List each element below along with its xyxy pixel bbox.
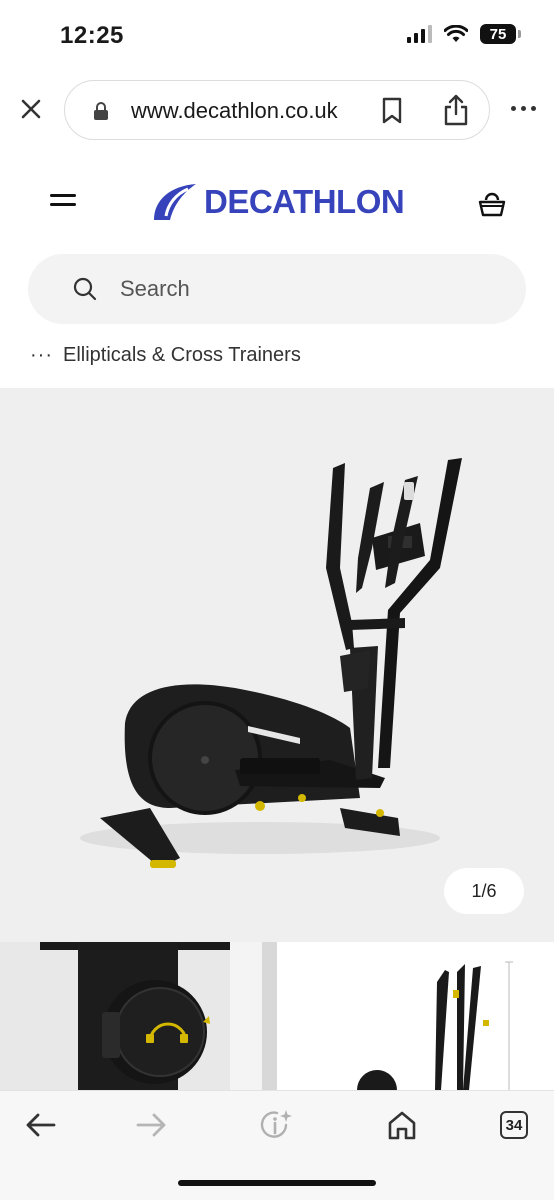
menu-icon[interactable] — [50, 194, 76, 212]
brand-name: DECATHLON — [204, 183, 405, 220]
status-time: 12:25 — [60, 22, 124, 49]
info-button[interactable] — [257, 1105, 297, 1145]
home-button[interactable] — [382, 1105, 422, 1145]
info-sparkle-icon — [260, 1110, 292, 1138]
tabs-icon: 34 — [500, 1111, 528, 1139]
status-icons: 75 — [407, 24, 521, 44]
wifi-icon — [444, 25, 468, 42]
battery-level: 75 — [489, 25, 507, 43]
battery-icon: 75 — [480, 24, 521, 44]
forward-arrow-icon — [136, 1113, 166, 1137]
image-pager-badge: 1/6 — [444, 868, 524, 914]
elliptical-trainer-image — [80, 458, 462, 868]
address-bar[interactable]: www.decathlon.co.uk — [64, 80, 490, 140]
search-placeholder: Search — [120, 276, 190, 301]
product-image-gallery[interactable]: 1/6 — [0, 388, 554, 942]
decathlon-logo[interactable]: DECATHLON — [152, 182, 405, 222]
breadcrumb-more-icon[interactable]: ··· — [30, 344, 53, 367]
home-icon — [388, 1111, 416, 1140]
site-header: DECATHLON — [0, 172, 554, 236]
url-text[interactable]: www.decathlon.co.uk — [131, 98, 338, 124]
thumbnail-resistance-knob[interactable] — [0, 942, 277, 1090]
lock-icon — [94, 102, 108, 120]
home-indicator — [178, 1180, 376, 1186]
more-icon[interactable] — [511, 106, 536, 111]
bookmark-icon[interactable] — [381, 97, 403, 125]
back-arrow-icon — [26, 1113, 56, 1137]
thumbnail-dimensions[interactable] — [277, 942, 554, 1090]
search-input[interactable]: Search — [28, 254, 526, 324]
resistance-knob-image — [0, 942, 277, 1090]
basket-icon[interactable] — [478, 188, 506, 218]
logo-mark-icon — [154, 184, 196, 220]
signal-icon — [407, 25, 432, 43]
forward-button[interactable] — [132, 1105, 172, 1145]
browser-bar: www.decathlon.co.uk — [0, 78, 554, 142]
status-bar: 12:25 75 — [0, 0, 554, 72]
thumbnail-strip — [0, 942, 554, 1090]
tabs-button[interactable]: 34 — [494, 1105, 534, 1145]
back-button[interactable] — [20, 1105, 60, 1145]
close-icon[interactable] — [18, 96, 44, 122]
breadcrumb: ··· Ellipticals & Cross Trainers — [30, 344, 301, 367]
dimensions-image — [277, 942, 554, 1090]
search-icon — [73, 277, 97, 301]
breadcrumb-category[interactable]: Ellipticals & Cross Trainers — [63, 344, 301, 367]
share-icon[interactable] — [443, 94, 469, 126]
